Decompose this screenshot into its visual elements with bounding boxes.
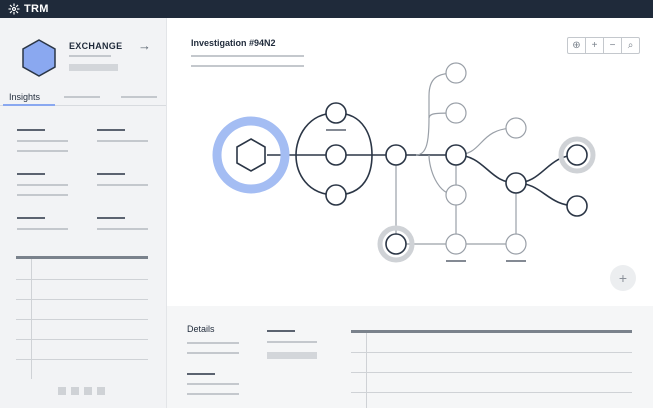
metric-value	[17, 228, 68, 230]
table-row-line	[16, 359, 148, 360]
hexagon-icon	[22, 39, 56, 77]
graph-node[interactable]	[325, 144, 347, 166]
graph-node[interactable]	[445, 144, 467, 166]
tab-placeholder[interactable]	[64, 96, 100, 98]
table-row-line	[16, 319, 148, 320]
graph-node[interactable]	[445, 102, 467, 124]
page-dot-icon[interactable]	[84, 387, 92, 395]
metric-label	[17, 173, 45, 175]
metric-label	[17, 129, 45, 131]
table-header-line	[16, 256, 148, 259]
metric-value	[97, 228, 148, 230]
arrow-right-icon[interactable]: →	[138, 38, 151, 53]
page-dot-icon[interactable]	[97, 387, 105, 395]
table-column-divider	[366, 333, 367, 408]
graph-node[interactable]	[445, 62, 467, 84]
entity-subtitle-line	[69, 55, 111, 57]
graph-node[interactable]	[445, 233, 467, 255]
graph-node[interactable]	[505, 172, 527, 194]
add-node-button[interactable]: +	[610, 265, 636, 291]
detail-line	[267, 341, 317, 343]
transaction-graph[interactable]	[167, 18, 653, 306]
metric-value	[17, 194, 68, 196]
entity-label: EXCHANGE	[69, 41, 123, 51]
table-row-line	[351, 372, 632, 373]
sidebar: EXCHANGE → Insights	[0, 18, 167, 408]
investigation-canvas[interactable]: Investigation #94N2 ⊕ + − ⌕ +	[167, 18, 653, 306]
graph-node[interactable]	[505, 233, 527, 255]
detail-line	[187, 393, 239, 395]
table-row-line	[16, 279, 148, 280]
detail-value-placeholder	[267, 352, 317, 359]
table-row-line	[16, 299, 148, 300]
table-row-line	[351, 352, 632, 353]
detail-line	[187, 383, 239, 385]
active-tab-indicator	[3, 104, 55, 106]
page-dot-icon[interactable]	[58, 387, 66, 395]
trm-logo-icon	[8, 3, 20, 15]
details-title: Details	[187, 324, 215, 334]
plus-icon: +	[618, 270, 628, 286]
detail-line	[187, 342, 239, 344]
graph-node[interactable]	[325, 184, 347, 206]
graph-node[interactable]	[566, 195, 588, 217]
entity-value-placeholder	[69, 64, 118, 71]
tab-insights[interactable]: Insights	[9, 92, 40, 102]
graph-node[interactable]	[325, 102, 347, 124]
metric-value	[97, 140, 148, 142]
brand[interactable]: TRM	[8, 2, 49, 16]
detail-line	[187, 352, 239, 354]
table-header-line	[351, 330, 632, 333]
metric-label	[97, 217, 125, 219]
brand-name: TRM	[24, 3, 49, 15]
metric-label	[97, 173, 125, 175]
metric-label	[97, 129, 125, 131]
tab-placeholder[interactable]	[121, 96, 157, 98]
metric-label	[17, 217, 45, 219]
page-dot-icon[interactable]	[71, 387, 79, 395]
table-row-line	[16, 339, 148, 340]
graph-node[interactable]	[505, 117, 527, 139]
metric-value	[17, 140, 68, 142]
top-bar: TRM	[0, 0, 653, 18]
graph-node[interactable]	[385, 144, 407, 166]
detail-label	[267, 330, 295, 332]
metric-value	[17, 150, 68, 152]
flagged-node[interactable]	[558, 136, 596, 174]
details-panel: Details	[167, 306, 653, 408]
metric-value	[17, 184, 68, 186]
graph-node[interactable]	[445, 184, 467, 206]
detail-label	[187, 373, 215, 375]
table-row-line	[351, 392, 632, 393]
metric-value	[97, 184, 148, 186]
